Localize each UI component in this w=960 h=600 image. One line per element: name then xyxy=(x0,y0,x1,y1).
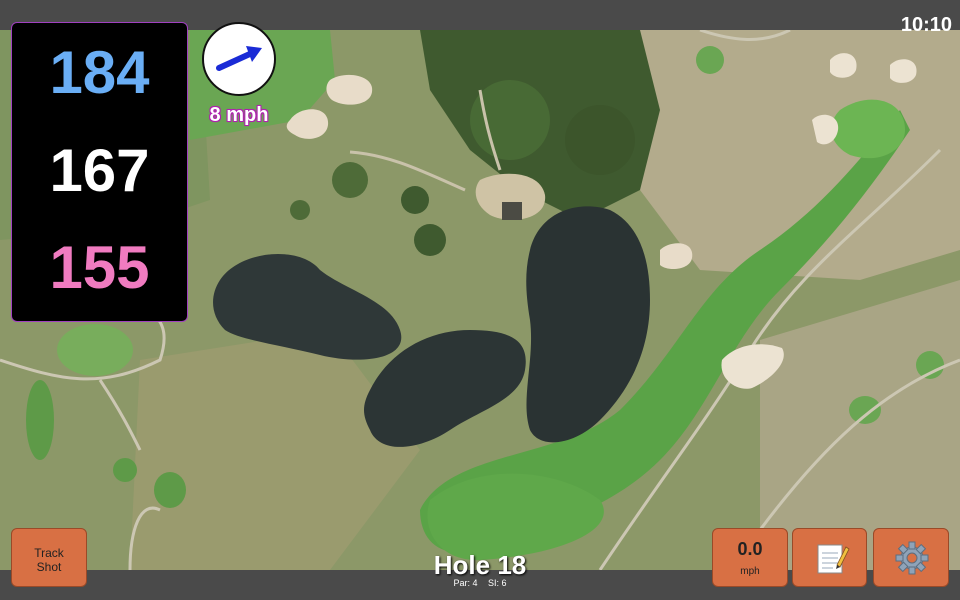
gear-icon xyxy=(895,541,929,575)
track-shot-label: Track Shot xyxy=(34,546,64,574)
swing-speed-button[interactable]: 0.0 mph xyxy=(712,528,788,587)
hole-stroke-index: SI: 6 xyxy=(488,578,507,588)
clock: 10:10 xyxy=(900,14,952,36)
settings-button[interactable] xyxy=(873,528,949,587)
notepad-icon xyxy=(817,544,850,574)
wind-speed: 8 mph xyxy=(209,104,269,126)
swing-speed-value: 0.0 xyxy=(737,539,763,559)
distance-panel: 184 167 155 xyxy=(11,22,188,322)
front-distance: 155 xyxy=(49,234,150,301)
hole-info: Par: 4 SI: 6 xyxy=(380,578,580,588)
hole-title: Hole 18 xyxy=(433,550,527,580)
track-shot-button[interactable]: Track Shot xyxy=(11,528,87,587)
back-distance: 184 xyxy=(49,39,150,106)
swing-speed-unit: mph xyxy=(740,566,760,577)
middle-distance: 167 xyxy=(49,137,150,204)
wind-arrow-icon xyxy=(216,46,262,71)
notes-button[interactable] xyxy=(792,528,867,587)
wind-direction-dial xyxy=(202,22,276,96)
hole-par: Par: 4 xyxy=(453,578,478,588)
